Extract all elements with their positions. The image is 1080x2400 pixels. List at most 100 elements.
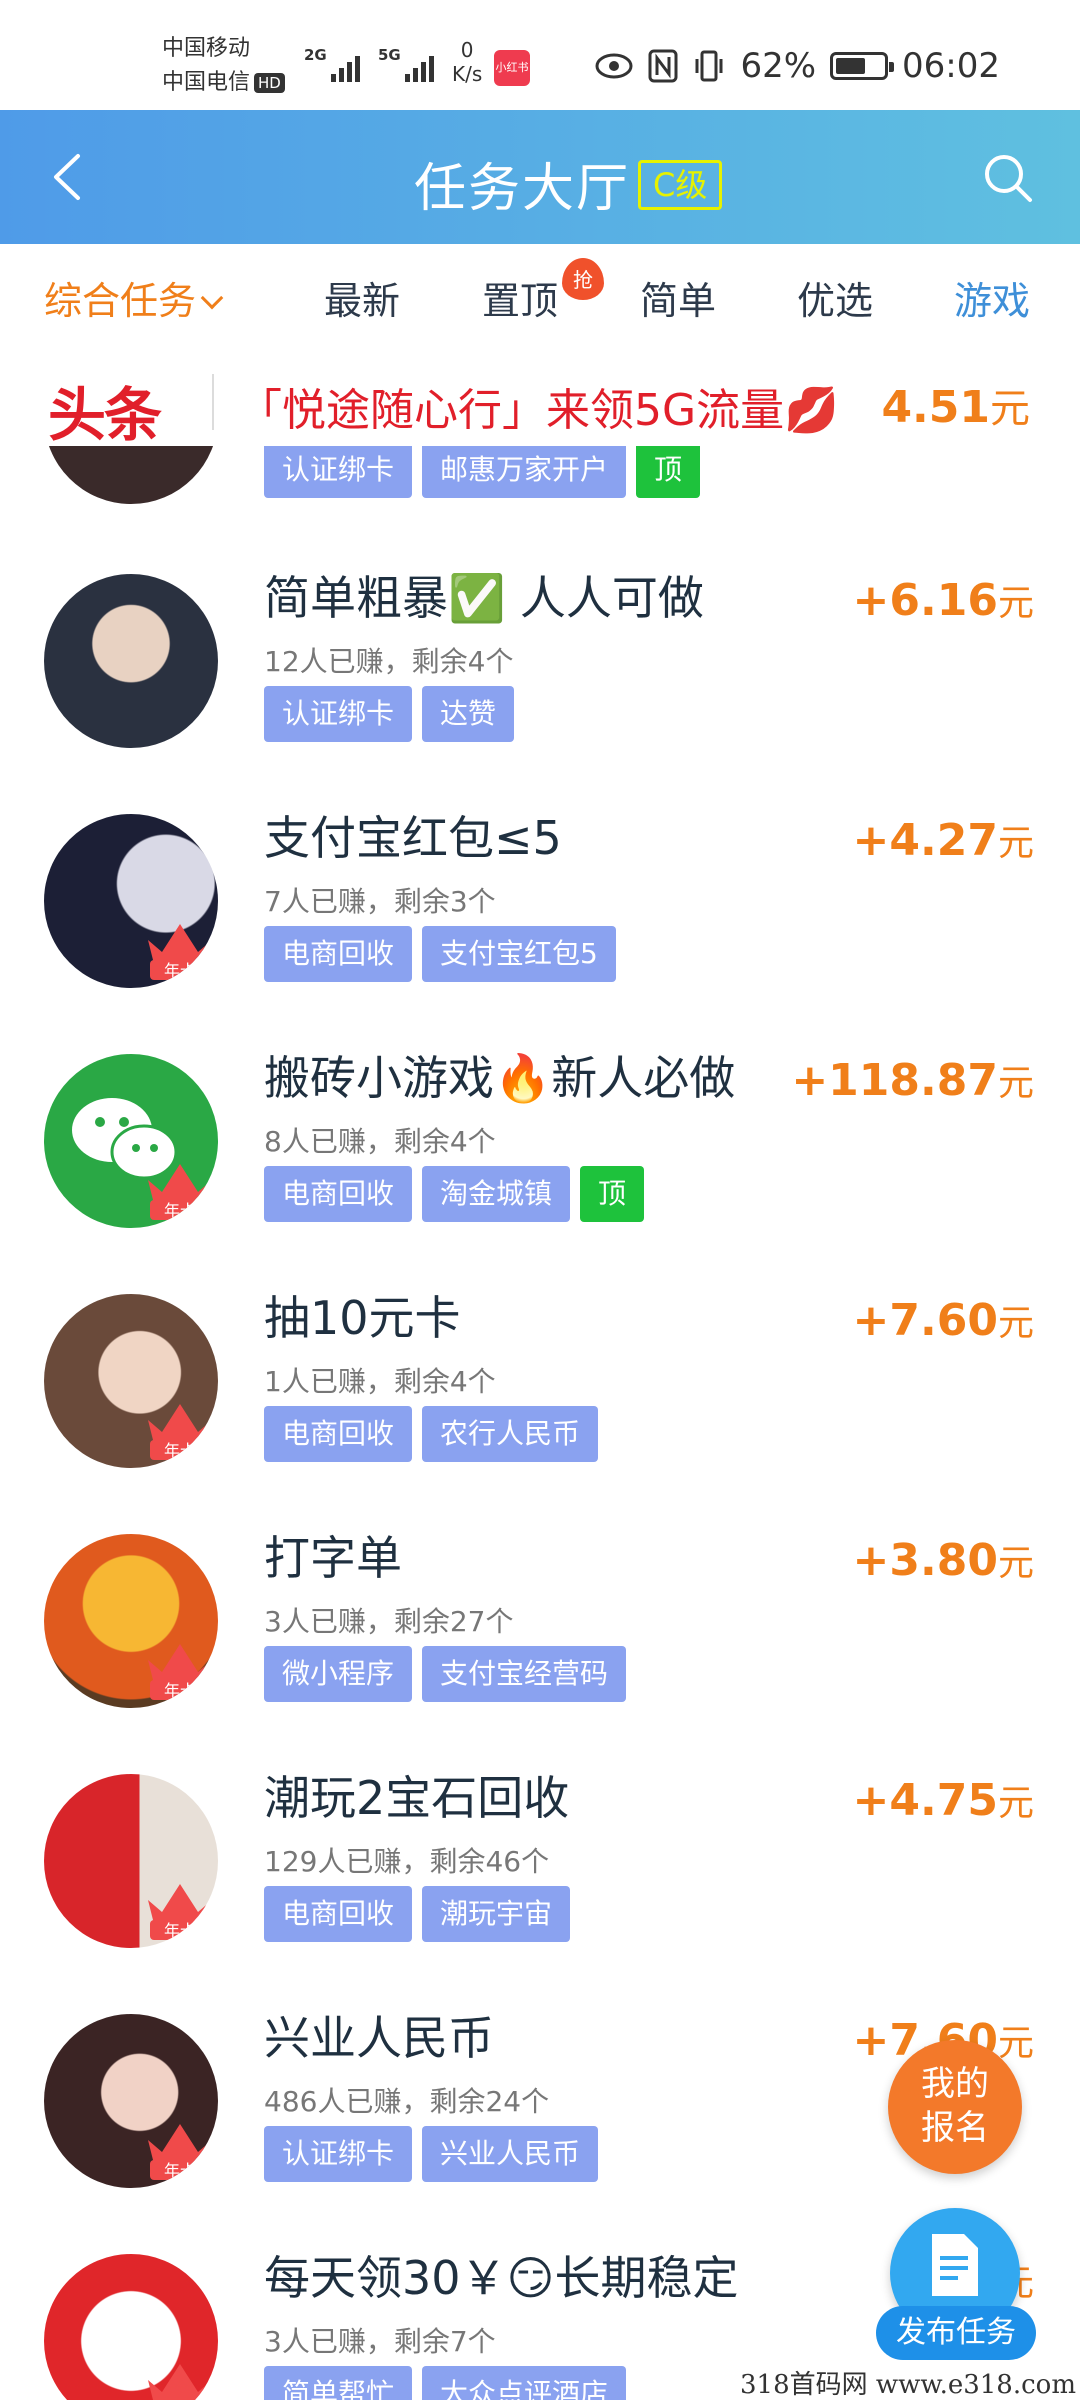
tag: 兴业人民币: [422, 2126, 599, 2182]
tab-label: 游戏: [954, 279, 1031, 323]
publish-task-label[interactable]: 发布任务: [876, 2306, 1036, 2360]
badge-label: 年卡: [164, 1441, 196, 1460]
list-item[interactable]: 认证绑卡 邮惠万家开户 顶: [0, 446, 1080, 536]
task-title: 打字单: [264, 1531, 402, 1585]
list-item[interactable]: 年卡 潮玩2宝石回收 129人已赚，剩余46个 电商回收 潮玩宇宙 +4.75元: [0, 1740, 1080, 1980]
task-title: 兴业人民币: [264, 2011, 494, 2065]
price-value: 4.51: [881, 382, 990, 433]
badge-label: 年卡: [164, 2161, 196, 2180]
task-progress: 8人已赚，剩余4个: [264, 1125, 496, 1158]
network-type: 5G: [378, 46, 401, 64]
crown-badge-icon: 年卡: [148, 1404, 212, 1460]
tab-label: 优选: [797, 279, 874, 323]
my-signup-button[interactable]: 我的 报名: [888, 2040, 1022, 2174]
task-title: 简单粗暴✅ 人人可做: [264, 571, 704, 625]
tab-label: 简单: [640, 279, 717, 323]
price-unit: 元: [997, 1063, 1034, 1104]
list-item[interactable]: 年卡 支付宝红包≤5 7人已赚，剩余3个 电商回收 支付宝红包5 +4.27元: [0, 780, 1080, 1020]
tag: 微小程序: [264, 1646, 413, 1702]
tag: 淘金城镇: [422, 1166, 571, 1222]
tag: 支付宝红包5: [422, 926, 616, 982]
tag: 认证绑卡: [264, 2126, 413, 2182]
level-badge: C级: [638, 160, 723, 210]
list-item[interactable]: 年卡 打字单 3人已赚，剩余27个 微小程序 支付宝经营码 +3.80元: [0, 1500, 1080, 1740]
tag: 顶: [580, 1166, 645, 1222]
signal-icon: 2G: [304, 46, 360, 86]
tag-list: 电商回收 潮玩宇宙: [264, 1886, 571, 1942]
page-title: 任务大厅: [414, 159, 631, 219]
task-title: 支付宝红包≤5: [264, 811, 562, 865]
avatar: 年卡: [44, 2014, 218, 2188]
status-bar: 中国移动 中国电信 HD 2G 5G 0 K/s 小红书 62% 06:02: [0, 0, 1080, 110]
avatar: [44, 446, 218, 504]
tag: 顶: [636, 446, 701, 498]
task-reward: +4.27元: [853, 814, 1034, 866]
tab-label: 综合任务: [44, 279, 197, 323]
signup-label-line1: 我的: [921, 2064, 989, 2104]
price-unit: 元: [990, 386, 1030, 432]
tag: 电商回收: [264, 1406, 413, 1462]
tab-comprehensive[interactable]: 综合任务: [44, 270, 224, 325]
category-tabs: 综合任务 最新 置顶 简单 优选 游戏: [0, 244, 1080, 346]
list-item[interactable]: 年卡 搬砖小游戏🔥新人必做 8人已赚，剩余4个 电商回收 淘金城镇 顶 +118…: [0, 1020, 1080, 1260]
crown-badge-icon: 年卡: [148, 1644, 212, 1700]
nfc-icon: [648, 49, 678, 83]
task-progress: 486人已赚，剩余24个: [264, 2085, 550, 2118]
carrier-1: 中国移动: [162, 36, 251, 61]
headline-text: 「悦途随心行」来领5G流量💋: [238, 385, 839, 436]
avatar: 年卡: [44, 1774, 218, 1948]
task-title: 抽10元卡: [264, 1291, 461, 1345]
vibrate-icon: [695, 50, 723, 82]
status-icons: 62% 06:02: [594, 46, 1000, 86]
clock: 06:02: [902, 46, 1000, 86]
task-progress: 129人已赚，剩余46个: [264, 1845, 550, 1878]
tag: 潮玩宇宙: [422, 1886, 571, 1942]
task-reward: +7.60元: [853, 1294, 1034, 1346]
tag-list: 电商回收 淘金城镇 顶: [264, 1166, 645, 1222]
task-progress: 7人已赚，剩余3个: [264, 885, 496, 918]
tab-pinned[interactable]: 置顶: [482, 270, 558, 325]
hd-badge: HD: [254, 73, 285, 93]
tag: 简单帮忙: [264, 2366, 413, 2400]
avatar: 年卡: [44, 1534, 218, 1708]
crown-badge-icon: 年卡: [148, 1164, 212, 1220]
speed-value: 0: [460, 38, 474, 62]
price-value: +4.75: [852, 1775, 998, 1826]
price-unit: 元: [997, 583, 1034, 624]
tab-games[interactable]: 游戏: [954, 270, 1030, 325]
tag: 大众点评酒店: [422, 2366, 627, 2400]
avatar: 年卡: [44, 2254, 218, 2400]
tag-list: 认证绑卡 兴业人民币: [264, 2126, 599, 2182]
badge-label: 年卡: [164, 961, 196, 980]
crown-badge-icon: 年卡: [148, 924, 212, 980]
price-value: +118.87: [791, 1055, 998, 1106]
tag: 农行人民币: [422, 1406, 599, 1462]
list-item[interactable]: 简单粗暴✅ 人人可做 12人已赚，剩余4个 认证绑卡 达赞 +6.16元: [0, 540, 1080, 780]
back-icon[interactable]: [44, 150, 98, 204]
network-speed: 0 K/s: [452, 38, 482, 86]
price-value: +4.27: [852, 815, 998, 866]
tab-simple[interactable]: 简单: [640, 270, 716, 325]
search-icon[interactable]: [980, 150, 1036, 206]
headline-logo: 头条: [48, 381, 162, 449]
task-reward: +118.87元: [791, 1054, 1034, 1106]
task-reward: +4.75元: [853, 1774, 1034, 1826]
tag: 邮惠万家开户: [422, 446, 627, 498]
document-edit-icon: [932, 2234, 978, 2296]
tab-preferred[interactable]: 优选: [797, 270, 873, 325]
task-progress: 3人已赚，剩余27个: [264, 1605, 514, 1638]
chevron-down-icon: [200, 286, 224, 310]
badge-label: 年卡: [164, 1681, 196, 1700]
tab-label: 最新: [324, 279, 401, 323]
avatar: 年卡: [44, 1054, 218, 1228]
signal-icon: 5G: [378, 46, 434, 86]
tab-latest[interactable]: 最新: [324, 270, 400, 325]
task-title: 每天领30￥😏长期稳定: [264, 2251, 739, 2305]
divider: [212, 374, 214, 430]
price-unit: 元: [997, 1543, 1034, 1584]
list-item[interactable]: 年卡 抽10元卡 1人已赚，剩余4个 电商回收 农行人民币 +7.60元: [0, 1260, 1080, 1500]
tag: 电商回收: [264, 1166, 413, 1222]
hot-badge: 抢: [562, 258, 604, 300]
task-progress: 12人已赚，剩余4个: [264, 645, 514, 678]
price-unit: 元: [997, 1303, 1034, 1344]
